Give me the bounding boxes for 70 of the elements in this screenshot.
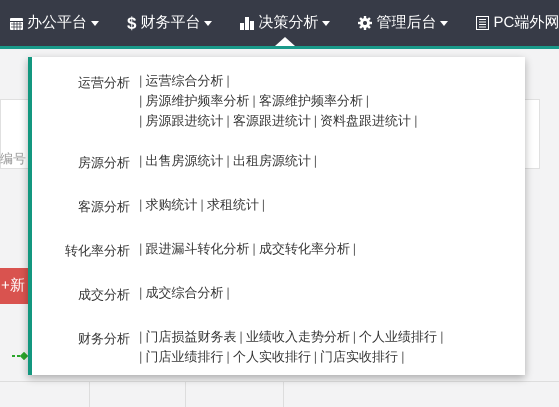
category-title: 转化率分析 bbox=[65, 243, 130, 258]
separator: | bbox=[138, 348, 144, 366]
separator: | bbox=[138, 284, 144, 302]
calendar-icon bbox=[10, 16, 23, 30]
separator: | bbox=[138, 240, 144, 258]
separator: | bbox=[312, 348, 318, 366]
report-link[interactable]: 出售房源统计 bbox=[145, 151, 224, 171]
separator: | bbox=[138, 72, 144, 90]
nav-label: 办公平台 bbox=[27, 12, 87, 33]
separator: | bbox=[251, 92, 257, 110]
report-link[interactable]: 成交综合分析 bbox=[145, 283, 224, 303]
separator: | bbox=[439, 328, 445, 346]
category-title: 客源分析 bbox=[78, 199, 130, 214]
nav-label: 决策分析 bbox=[258, 12, 318, 33]
report-link[interactable]: 出租房源统计 bbox=[232, 151, 311, 171]
settings-icon bbox=[358, 16, 372, 30]
category-title: 运营分析 bbox=[78, 75, 130, 90]
separator: | bbox=[238, 328, 244, 346]
nav-menu-item[interactable]: 决策分析 bbox=[240, 0, 330, 46]
category-title: 财务分析 bbox=[78, 331, 130, 346]
separator: | bbox=[138, 152, 144, 170]
separator: | bbox=[225, 348, 231, 366]
bar-chart-icon bbox=[240, 16, 254, 30]
separator: | bbox=[225, 284, 231, 302]
separator: | bbox=[138, 92, 144, 110]
report-link[interactable]: 求租统计 bbox=[206, 195, 259, 215]
separator: | bbox=[138, 328, 144, 346]
separator: | bbox=[364, 92, 370, 110]
separator: | bbox=[251, 240, 257, 258]
report-link[interactable]: 个人实收排行 bbox=[232, 347, 311, 367]
report-link[interactable]: 门店损益财务表 bbox=[145, 327, 236, 347]
nav-menu-item[interactable]: $ 财务平台 bbox=[127, 0, 212, 46]
add-button[interactable]: +新 bbox=[0, 268, 30, 304]
nav-menu-item[interactable]: 管理后台 bbox=[358, 0, 448, 46]
separator: | bbox=[138, 112, 144, 130]
report-link[interactable]: 求购统计 bbox=[145, 195, 198, 215]
nav-label: 财务平台 bbox=[140, 12, 200, 33]
report-link[interactable]: 运营综合分析 bbox=[145, 71, 224, 91]
separator: | bbox=[199, 196, 205, 214]
category-title: 成交分析 bbox=[78, 287, 130, 302]
separator: | bbox=[352, 240, 358, 258]
line-marker-icon bbox=[12, 352, 28, 360]
report-link[interactable]: 房源维护频率分析 bbox=[145, 91, 250, 111]
report-link[interactable]: 跟进漏斗转化分析 bbox=[145, 239, 250, 259]
separator: | bbox=[138, 196, 144, 214]
dollar-icon: $ bbox=[127, 14, 136, 32]
separator: | bbox=[225, 72, 231, 90]
separator: | bbox=[312, 152, 318, 170]
separator: | bbox=[225, 112, 231, 130]
separator: | bbox=[312, 112, 318, 130]
separator: | bbox=[400, 348, 406, 366]
separator: | bbox=[352, 328, 358, 346]
report-link[interactable]: 客源维护频率分析 bbox=[258, 91, 363, 111]
report-link[interactable]: 门店实收排行 bbox=[320, 347, 398, 367]
category-title: 房源分析 bbox=[78, 155, 130, 170]
report-link[interactable]: 成交转化率分析 bbox=[258, 239, 350, 259]
nav-label: PC端外网 bbox=[493, 12, 559, 33]
separator: | bbox=[260, 196, 266, 214]
report-link[interactable]: 客源跟进统计 bbox=[232, 111, 311, 131]
report-link[interactable]: 资料盘跟进统计 bbox=[320, 111, 412, 131]
nav-menu-item[interactable]: PC端外网 bbox=[476, 0, 559, 46]
report-link[interactable]: 房源跟进统计 bbox=[145, 111, 224, 131]
report-link[interactable]: 门店业绩排行 bbox=[145, 347, 224, 367]
report-link[interactable]: 业绩收入走势分析 bbox=[246, 327, 350, 347]
nav-label: 管理后台 bbox=[376, 12, 436, 33]
report-link[interactable]: 个人业绩排行 bbox=[359, 327, 438, 347]
separator: | bbox=[225, 152, 231, 170]
separator: | bbox=[413, 112, 419, 130]
nav-menu-item[interactable]: 办公平台 bbox=[10, 0, 99, 46]
list-icon bbox=[476, 16, 490, 30]
